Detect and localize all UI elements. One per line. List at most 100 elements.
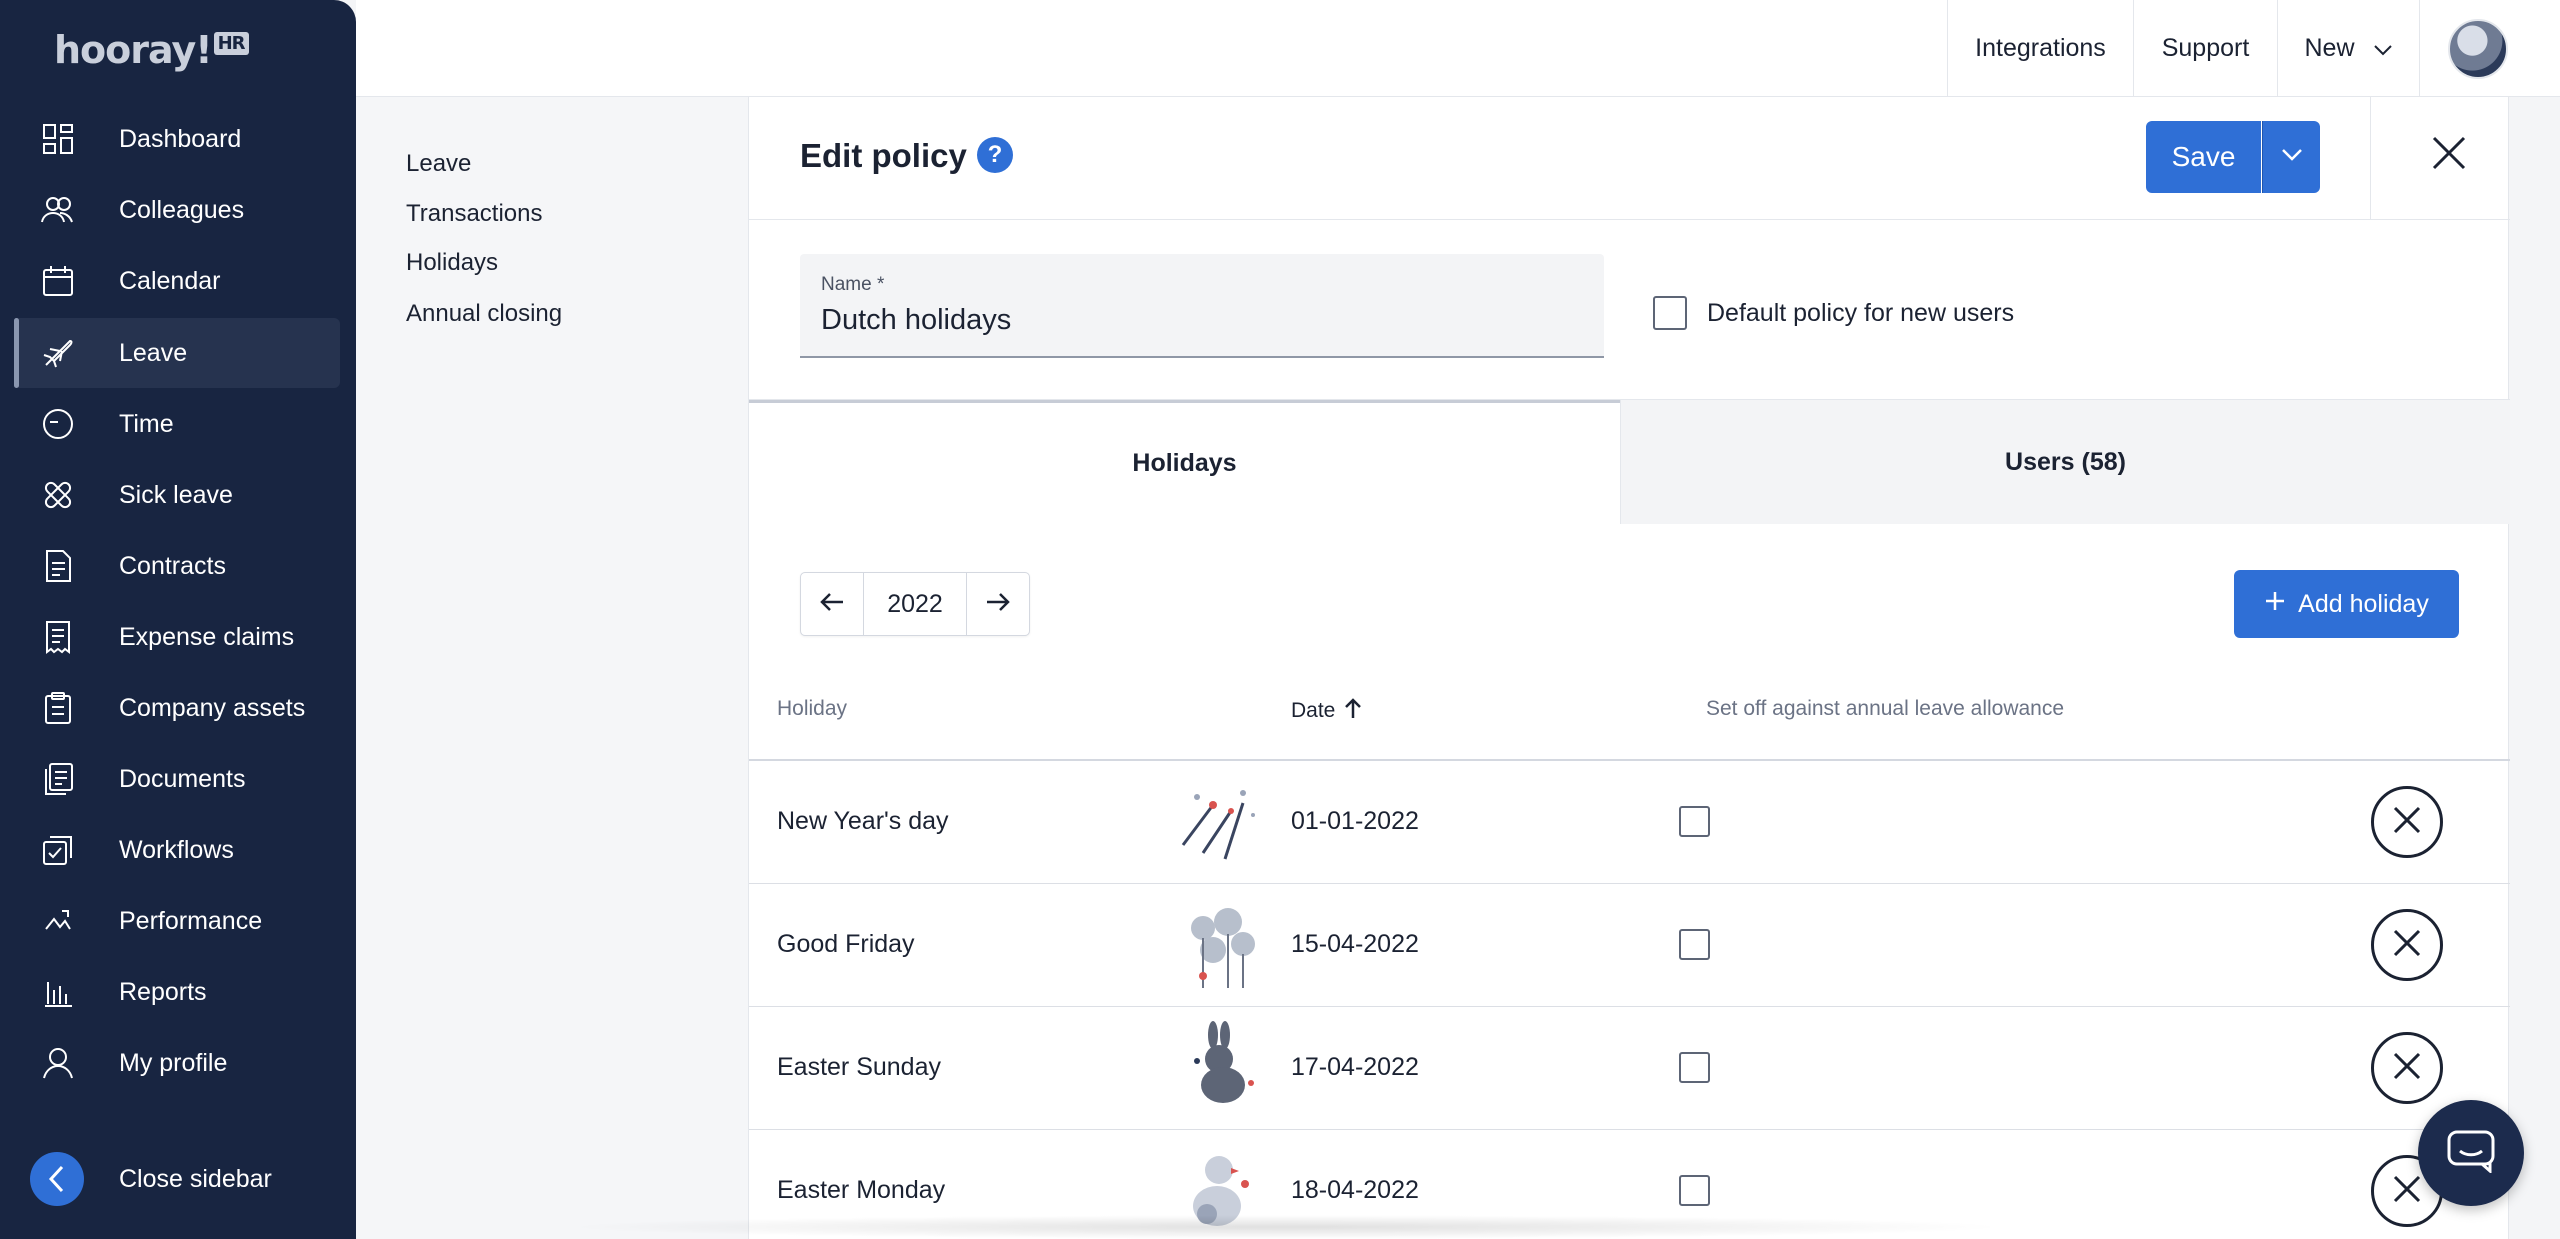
clock-icon	[40, 406, 76, 442]
subnav-item-leave[interactable]: Leave	[406, 150, 471, 178]
save-options-button[interactable]	[2262, 121, 2320, 193]
table-row: Good Friday 15-04-2022	[749, 884, 2510, 1007]
tab-holidays[interactable]: Holidays	[749, 400, 1620, 524]
arrow-left-icon	[819, 591, 845, 618]
sidebar-item-expense-claims[interactable]: Expense claims	[14, 602, 340, 672]
delete-holiday-button[interactable]	[2371, 786, 2443, 858]
subnav-item-transactions[interactable]: Transactions	[406, 200, 543, 228]
setoff-checkbox[interactable]	[1679, 929, 1710, 960]
colleagues-icon	[40, 192, 76, 228]
plus-icon	[2264, 590, 2286, 619]
setoff-checkbox[interactable]	[1679, 1175, 1710, 1206]
column-header-holiday[interactable]: Holiday	[777, 697, 847, 721]
sidebar-item-calendar[interactable]: Calendar	[14, 246, 340, 316]
holiday-date: 18-04-2022	[1291, 1176, 1419, 1204]
bandage-icon	[40, 477, 76, 513]
arrow-right-icon	[985, 591, 1011, 618]
table-row: Easter Sunday 17-04-2022	[749, 1007, 2510, 1130]
sidebar-item-colleagues[interactable]: Colleagues	[14, 175, 340, 245]
sidebar-item-sick-leave[interactable]: Sick leave	[14, 460, 340, 530]
edit-policy-panel: Edit policy ? Save Name * Dutch holidays…	[748, 97, 2510, 1239]
name-field-value[interactable]: Dutch holidays	[821, 304, 1011, 337]
divider	[2370, 97, 2371, 220]
sidebar-item-time[interactable]: Time	[14, 389, 340, 459]
help-icon[interactable]: ?	[977, 137, 1013, 173]
integrations-link[interactable]: Integrations	[1947, 0, 2133, 97]
profile-icon	[40, 1045, 76, 1081]
sidebar-item-leave[interactable]: Leave	[14, 318, 340, 388]
close-button[interactable]	[2421, 127, 2477, 183]
app-logo[interactable]: hooray! HR	[54, 28, 249, 72]
policy-name-field[interactable]: Name * Dutch holidays	[800, 254, 1604, 358]
page-title: Edit policy	[800, 137, 967, 174]
close-icon	[2392, 1051, 2422, 1086]
next-year-button[interactable]	[967, 573, 1029, 635]
year-selector: 2022	[800, 572, 1030, 636]
column-header-date[interactable]: Date	[1291, 697, 1363, 725]
chevron-left-icon	[30, 1152, 84, 1206]
panel-header: Edit policy ? Save	[749, 97, 2510, 220]
sub-navigation: Leave Transactions Holidays Annual closi…	[356, 97, 748, 1239]
year-value: 2022	[863, 573, 967, 635]
close-icon	[2431, 135, 2467, 176]
sort-ascending-icon	[1343, 697, 1363, 725]
sidebar-item-reports[interactable]: Reports	[14, 957, 340, 1027]
close-icon	[2392, 1174, 2422, 1209]
delete-holiday-button[interactable]	[2371, 909, 2443, 981]
holiday-name: Good Friday	[777, 930, 915, 958]
holiday-date: 01-01-2022	[1291, 807, 1419, 835]
bunny-image	[1173, 1021, 1265, 1113]
add-holiday-button[interactable]: Add holiday	[2234, 570, 2459, 638]
holiday-date: 15-04-2022	[1291, 930, 1419, 958]
holiday-name: Easter Sunday	[777, 1053, 941, 1081]
holiday-date: 17-04-2022	[1291, 1053, 1419, 1081]
holiday-name: Easter Monday	[777, 1176, 946, 1204]
sidebar-item-documents[interactable]: Documents	[14, 744, 340, 814]
table-row: New Year's day 01-01-2022	[749, 761, 2510, 884]
column-header-setoff[interactable]: Set off against annual leave allowance	[1706, 697, 2064, 721]
contract-icon	[40, 548, 76, 584]
sidebar-item-company-assets[interactable]: Company assets	[14, 673, 340, 743]
performance-icon	[40, 903, 76, 939]
airplane-icon	[40, 335, 76, 371]
sidebar-item-performance[interactable]: Performance	[14, 886, 340, 956]
chat-launcher-button[interactable]	[2418, 1100, 2524, 1206]
tabs: Holidays Users (58)	[749, 399, 2510, 524]
save-button[interactable]: Save	[2146, 121, 2261, 193]
subnav-item-annual-closing[interactable]: Annual closing	[406, 300, 562, 328]
dashboard-icon	[40, 121, 76, 157]
name-field-label: Name *	[821, 274, 885, 295]
fireworks-image	[1173, 775, 1265, 867]
new-dropdown[interactable]: New	[2277, 0, 2419, 97]
sidebar-item-dashboard[interactable]: Dashboard	[14, 104, 340, 174]
previous-year-button[interactable]	[801, 573, 863, 635]
chevron-down-icon	[2281, 148, 2303, 167]
documents-icon	[40, 761, 76, 797]
sidebar-item-contracts[interactable]: Contracts	[14, 531, 340, 601]
reports-icon	[40, 974, 76, 1010]
sidebar: hooray! HR Dashboard Colleagues Calendar …	[0, 0, 356, 1239]
flowers-image	[1173, 898, 1265, 990]
calendar-icon	[40, 263, 76, 299]
setoff-checkbox[interactable]	[1679, 1052, 1710, 1083]
default-policy-label: Default policy for new users	[1707, 299, 2015, 327]
delete-holiday-button[interactable]	[2371, 1032, 2443, 1104]
chat-icon	[2446, 1129, 2496, 1178]
scroll-shadow	[560, 1215, 2010, 1239]
sidebar-item-workflows[interactable]: Workflows	[14, 815, 340, 885]
workflow-icon	[40, 832, 76, 868]
default-policy-checkbox[interactable]	[1653, 296, 1687, 330]
tab-users[interactable]: Users (58)	[1620, 400, 2510, 524]
chevron-down-icon	[2373, 34, 2393, 63]
close-icon	[2392, 805, 2422, 840]
sidebar-item-my-profile[interactable]: My profile	[14, 1028, 340, 1098]
clipboard-icon	[40, 690, 76, 726]
setoff-checkbox[interactable]	[1679, 806, 1710, 837]
support-link[interactable]: Support	[2133, 0, 2277, 97]
holiday-name: New Year's day	[777, 807, 949, 835]
subnav-item-holidays[interactable]: Holidays	[406, 249, 498, 277]
close-sidebar-button[interactable]: Close sidebar	[30, 1152, 360, 1206]
receipt-icon	[40, 619, 76, 655]
close-icon	[2392, 928, 2422, 963]
avatar[interactable]	[2448, 19, 2508, 79]
